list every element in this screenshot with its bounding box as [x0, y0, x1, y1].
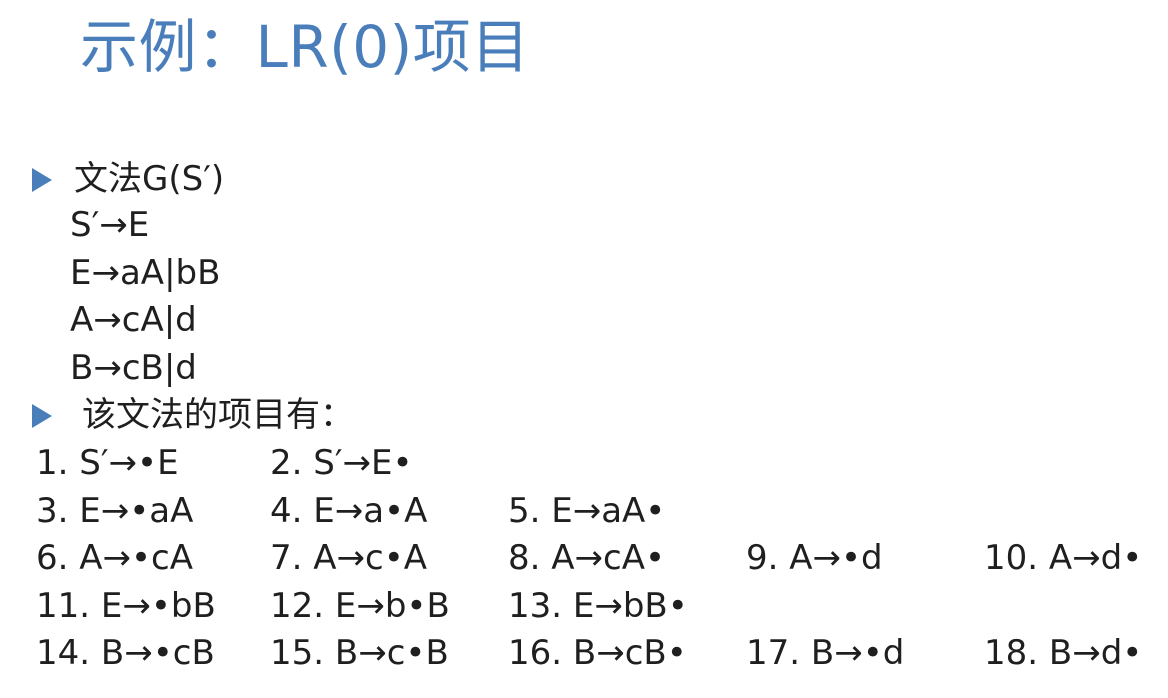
lr0-item: 18. B→d•	[984, 633, 1143, 673]
lr0-item: 11. E→•bB	[36, 586, 216, 626]
lr0-item: 5. E→aA•	[508, 491, 666, 531]
grammar-label: 文法G(S′)	[74, 159, 225, 199]
grammar-rule: A→cA|d	[70, 300, 197, 340]
lr0-item: 10. A→d•	[984, 538, 1143, 578]
lr0-item: 6. A→•cA	[36, 538, 194, 578]
grammar-rule: E→aA|bB	[70, 253, 221, 293]
grammar-rule: B→cB|d	[70, 348, 197, 388]
lr0-item: 13. E→bB•	[508, 586, 688, 626]
lr0-item: 1. S′→•E	[36, 443, 179, 483]
items-bullet: 该文法的项目有：	[32, 392, 354, 438]
slide: 示例：LR(0)项目 文法G(S′) S′→E E→aA|bB A→cA|d B…	[0, 0, 1168, 698]
lr0-item: 14. B→•cB	[36, 633, 215, 673]
items-label: 该文法的项目有：	[82, 395, 354, 435]
grammar-rule: S′→E	[70, 205, 150, 245]
lr0-item: 16. B→cB•	[508, 633, 687, 673]
lr0-item: 17. B→•d	[746, 633, 905, 673]
lr0-item: 8. A→cA•	[508, 538, 666, 578]
grammar-bullet: 文法G(S′)	[32, 156, 224, 202]
lr0-item: 7. A→c•A	[270, 538, 428, 578]
lr0-item: 15. B→c•B	[270, 633, 449, 673]
triangle-bullet-icon	[32, 168, 52, 192]
lr0-item: 3. E→•aA	[36, 491, 194, 531]
lr0-item: 2. S′→E•	[270, 443, 413, 483]
slide-title: 示例：LR(0)项目	[80, 13, 530, 81]
lr0-item: 4. E→a•A	[270, 491, 428, 531]
lr0-item: 9. A→•d	[746, 538, 883, 578]
triangle-bullet-icon	[32, 404, 52, 428]
lr0-item: 12. E→b•B	[270, 586, 450, 626]
